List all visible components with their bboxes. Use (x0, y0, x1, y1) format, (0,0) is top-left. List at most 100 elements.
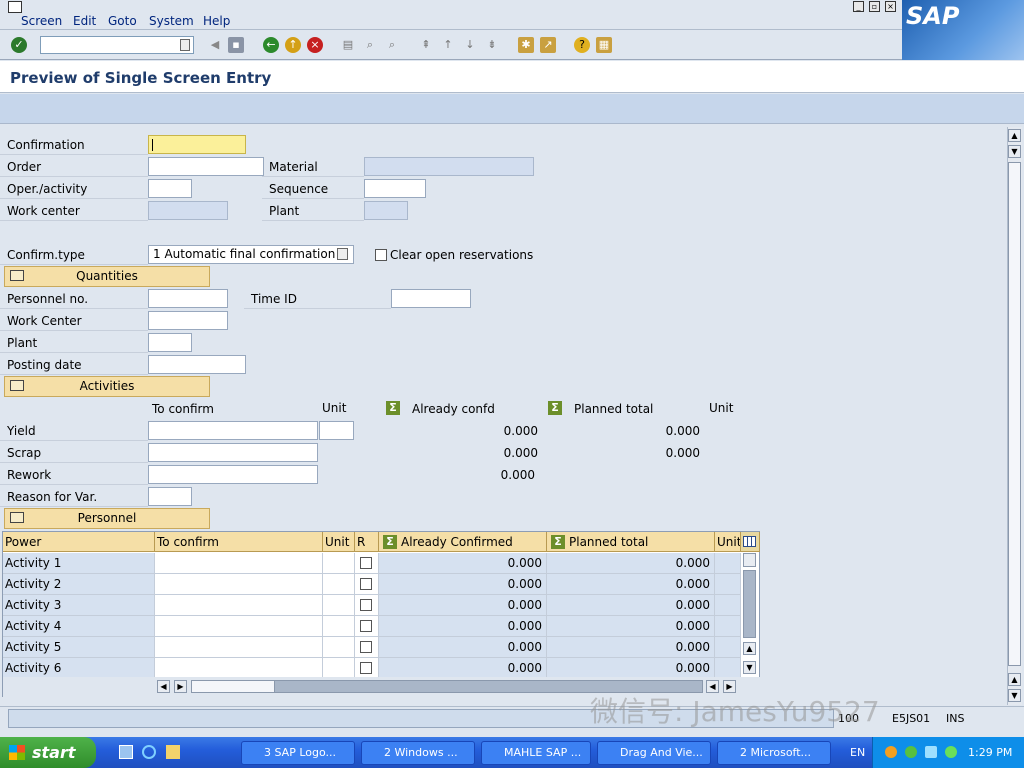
table-cell-unit[interactable] (323, 574, 355, 595)
find-icon[interactable]: ⌕ (362, 37, 378, 53)
ie-icon[interactable] (142, 745, 156, 759)
column-header-r[interactable]: R (355, 532, 379, 552)
first-page-icon[interactable]: ⇞ (418, 37, 434, 53)
table-scroll-left-button[interactable]: ◀ (157, 680, 170, 693)
table-cell-to-confirm[interactable] (155, 658, 323, 679)
yield-input[interactable] (148, 421, 318, 440)
work-center-input[interactable] (148, 311, 228, 330)
table-cell-unit[interactable] (323, 658, 355, 679)
quantities-section-button[interactable]: Quantities (4, 266, 210, 287)
main-scroll-down-button[interactable]: ▼ (1008, 145, 1021, 158)
row-checkbox[interactable] (360, 599, 372, 611)
table-scroll-down-arrow[interactable]: ▼ (743, 661, 756, 674)
plant-input[interactable] (148, 333, 192, 352)
restore-button[interactable]: ▫ (869, 1, 880, 12)
personnel-no-input[interactable] (148, 289, 228, 308)
activities-section-button[interactable]: Activities (4, 376, 210, 397)
table-vertical-scroll-thumb[interactable] (743, 570, 756, 638)
close-window-button[interactable]: × (885, 1, 896, 12)
table-row[interactable]: Activity 5 0.000 0.000 (3, 637, 741, 658)
confirm-type-select[interactable]: 1 Automatic final confirmation (148, 245, 354, 264)
table-row[interactable]: Activity 1 0.000 0.000 (3, 553, 741, 574)
task-mahle-sap[interactable]: MAHLE SAP ... (481, 741, 591, 765)
reason-for-var-input[interactable] (148, 487, 192, 506)
main-scroll-up-button[interactable]: ▲ (1008, 129, 1021, 142)
personnel-section-button[interactable]: Personnel (4, 508, 210, 529)
table-cell-to-confirm[interactable] (155, 574, 323, 595)
table-settings-icon[interactable] (741, 532, 760, 552)
save-icon[interactable]: ▪ (228, 37, 244, 53)
row-checkbox[interactable] (360, 557, 372, 569)
table-cell-unit[interactable] (323, 553, 355, 574)
table-row[interactable]: Activity 6 0.000 0.000 (3, 658, 741, 679)
tray-wifi-icon[interactable] (945, 746, 957, 758)
window-menu-icon[interactable] (8, 1, 22, 13)
print-icon[interactable]: ▤ (340, 37, 356, 53)
order-input[interactable] (148, 157, 264, 176)
find-next-icon[interactable]: ⌕ (384, 37, 400, 53)
oper-activity-input[interactable] (148, 179, 192, 198)
tray-network-icon[interactable] (905, 746, 917, 758)
previous-page-icon[interactable]: ↑ (440, 37, 456, 53)
clear-reservations-checkbox[interactable] (375, 249, 387, 261)
main-scroll-thumb[interactable] (1008, 162, 1021, 666)
row-checkbox[interactable] (360, 578, 372, 590)
column-header-unit-2[interactable]: Unit (715, 532, 741, 552)
table-cell-unit[interactable] (323, 616, 355, 637)
back-icon[interactable]: ← (263, 37, 279, 53)
menu-goto[interactable]: Goto (108, 14, 137, 28)
next-page-icon[interactable]: ↓ (462, 37, 478, 53)
table-scroll-right-button[interactable]: ▶ (174, 680, 187, 693)
table-horizontal-scroll-thumb[interactable] (191, 680, 275, 693)
last-page-icon[interactable]: ⇟ (484, 37, 500, 53)
menu-help[interactable]: Help (203, 14, 230, 28)
task-drag-and-view[interactable]: Drag And Vie... (597, 741, 711, 765)
back-arrow-icon[interactable]: ◀ (207, 37, 223, 53)
enter-icon[interactable]: ✓ (11, 37, 27, 53)
sigma-icon[interactable]: Σ (386, 401, 400, 415)
column-header-power[interactable]: Power (3, 532, 155, 552)
table-row[interactable]: Activity 2 0.000 0.000 (3, 574, 741, 595)
dropdown-icon[interactable] (337, 248, 348, 260)
task-microsoft[interactable]: 2 Microsoft... (717, 741, 831, 765)
column-header-planned-total[interactable]: Σ Planned total (547, 532, 715, 552)
table-scroll-up-arrow[interactable]: ▲ (743, 642, 756, 655)
start-button[interactable]: start (0, 737, 96, 768)
folder-quick-icon[interactable] (166, 745, 180, 759)
create-session-icon[interactable]: ✱ (518, 37, 534, 53)
command-dropdown-icon[interactable] (180, 39, 190, 51)
main-scroll-up-arrow[interactable]: ▲ (1008, 673, 1021, 686)
scrap-input[interactable] (148, 443, 318, 462)
cancel-icon[interactable]: × (307, 37, 323, 53)
column-header-to-confirm[interactable]: To confirm (155, 532, 323, 552)
rework-input[interactable] (148, 465, 318, 484)
task-windows[interactable]: 2 Windows ... (361, 741, 475, 765)
sigma-icon[interactable]: Σ (548, 401, 562, 415)
show-desktop-icon[interactable] (119, 745, 133, 759)
column-header-already-confirmed[interactable]: Σ Already Confirmed (379, 532, 547, 552)
posting-date-input[interactable] (148, 355, 246, 374)
shortcut-icon[interactable]: ↗ (540, 37, 556, 53)
exit-icon[interactable]: ↑ (285, 37, 301, 53)
menu-system[interactable]: System (149, 14, 194, 28)
table-cell-unit[interactable] (323, 637, 355, 658)
table-cell-to-confirm[interactable] (155, 616, 323, 637)
table-scroll-up-button[interactable] (743, 553, 756, 567)
row-checkbox[interactable] (360, 641, 372, 653)
menu-screen[interactable]: Screen (21, 14, 62, 28)
main-scroll-down-arrow[interactable]: ▼ (1008, 689, 1021, 702)
language-indicator[interactable]: EN (850, 746, 865, 759)
help-icon[interactable]: ? (574, 37, 590, 53)
tray-app-icon[interactable] (885, 746, 897, 758)
table-cell-to-confirm[interactable] (155, 637, 323, 658)
minimize-button[interactable]: _ (853, 1, 864, 12)
menu-edit[interactable]: Edit (73, 14, 96, 28)
time-id-input[interactable] (391, 289, 471, 308)
confirmation-input[interactable] (148, 135, 246, 154)
table-cell-to-confirm[interactable] (155, 595, 323, 616)
table-cell-unit[interactable] (323, 595, 355, 616)
row-checkbox[interactable] (360, 662, 372, 674)
table-row[interactable]: Activity 4 0.000 0.000 (3, 616, 741, 637)
task-sap-logo[interactable]: 3 SAP Logo... (241, 741, 355, 765)
layout-menu-icon[interactable]: ▦ (596, 37, 612, 53)
